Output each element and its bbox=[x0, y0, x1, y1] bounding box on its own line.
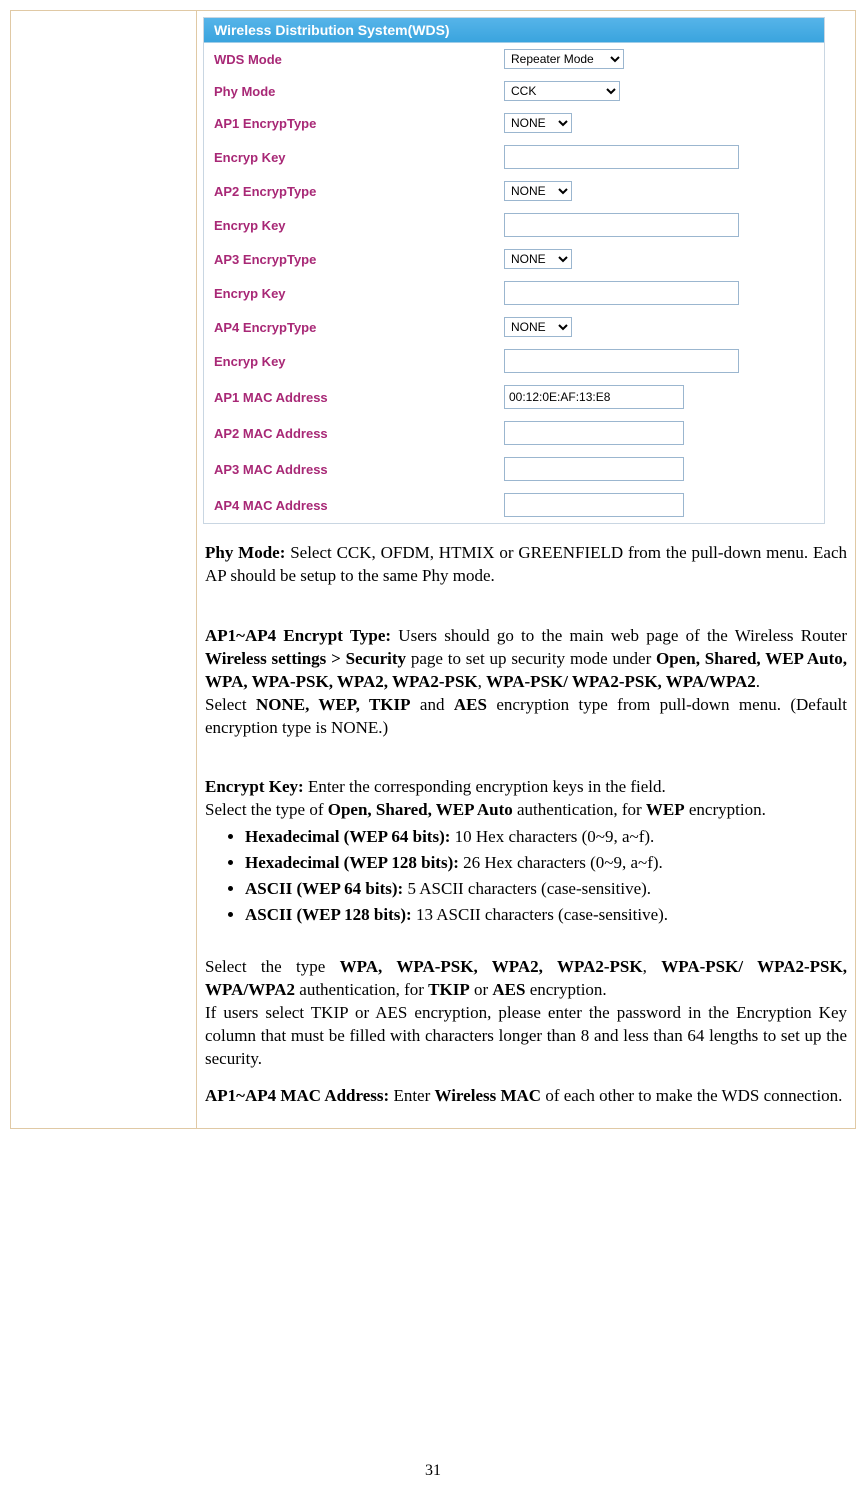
doc-text-block: Phy Mode: Select CCK, OFDM, HTMIX or GRE… bbox=[205, 542, 847, 1108]
ap4-mac-label: AP4 MAC Address bbox=[214, 498, 504, 513]
ap1-mac-input[interactable] bbox=[504, 385, 684, 409]
phy-mode-label: Phy Mode bbox=[214, 84, 504, 99]
encryp-key-3-input[interactable] bbox=[504, 281, 739, 305]
page: Wireless Distribution System(WDS) WDS Mo… bbox=[0, 10, 866, 1506]
row-ap1-encryptype: AP1 EncrypType NONE bbox=[204, 107, 824, 139]
para-encrypt-type: AP1~AP4 Encrypt Type: Users should go to… bbox=[205, 602, 847, 740]
list-item: ASCII (WEP 64 bits): 5 ASCII characters … bbox=[245, 878, 847, 901]
wep-options-list: Hexadecimal (WEP 64 bits): 10 Hex charac… bbox=[205, 826, 847, 927]
sidebar-cell bbox=[11, 11, 197, 1128]
ap4-encryptype-select[interactable]: NONE bbox=[504, 317, 572, 337]
encryp-key-2-label: Encryp Key bbox=[214, 218, 504, 233]
encrypt-type-term: AP1~AP4 Encrypt Type: bbox=[205, 626, 391, 645]
para-mac-address: AP1~AP4 MAC Address: Enter Wireless MAC … bbox=[205, 1085, 847, 1108]
row-encryp-key-4: Encryp Key bbox=[204, 343, 824, 379]
ap4-mac-input[interactable] bbox=[504, 493, 684, 517]
para-wpa-note: Select the type WPA, WPA-PSK, WPA2, WPA2… bbox=[205, 933, 847, 1071]
ap2-encryptype-select[interactable]: NONE bbox=[504, 181, 572, 201]
mac-term: AP1~AP4 MAC Address: bbox=[205, 1086, 389, 1105]
para-encrypt-key: Encrypt Key: Enter the corresponding enc… bbox=[205, 754, 847, 823]
ap3-encryptype-select[interactable]: NONE bbox=[504, 249, 572, 269]
list-item: Hexadecimal (WEP 64 bits): 10 Hex charac… bbox=[245, 826, 847, 849]
encryp-key-1-input[interactable] bbox=[504, 145, 739, 169]
ap2-encryptype-label: AP2 EncrypType bbox=[214, 184, 504, 199]
para-phy-mode: Phy Mode: Select CCK, OFDM, HTMIX or GRE… bbox=[205, 542, 847, 588]
encryp-key-1-label: Encryp Key bbox=[214, 150, 504, 165]
ap1-encryptype-label: AP1 EncrypType bbox=[214, 116, 504, 131]
panel-title: Wireless Distribution System(WDS) bbox=[204, 18, 824, 43]
ap1-encryptype-select[interactable]: NONE bbox=[504, 113, 572, 133]
list-item: Hexadecimal (WEP 128 bits): 26 Hex chara… bbox=[245, 852, 847, 875]
wds-mode-label: WDS Mode bbox=[214, 52, 504, 67]
row-encryp-key-3: Encryp Key bbox=[204, 275, 824, 311]
row-ap2-mac: AP2 MAC Address bbox=[204, 415, 824, 451]
ap2-mac-input[interactable] bbox=[504, 421, 684, 445]
encryp-key-4-label: Encryp Key bbox=[214, 354, 504, 369]
doc-layout-table: Wireless Distribution System(WDS) WDS Mo… bbox=[10, 10, 856, 1129]
row-phy-mode: Phy Mode CCK bbox=[204, 75, 824, 107]
row-wds-mode: WDS Mode Repeater Mode bbox=[204, 43, 824, 75]
encryp-key-2-input[interactable] bbox=[504, 213, 739, 237]
list-item: ASCII (WEP 128 bits): 13 ASCII character… bbox=[245, 904, 847, 927]
row-encryp-key-2: Encryp Key bbox=[204, 207, 824, 243]
row-ap4-encryptype: AP4 EncrypType NONE bbox=[204, 311, 824, 343]
ap3-mac-input[interactable] bbox=[504, 457, 684, 481]
row-ap3-mac: AP3 MAC Address bbox=[204, 451, 824, 487]
encryp-key-4-input[interactable] bbox=[504, 349, 739, 373]
encryp-key-3-label: Encryp Key bbox=[214, 286, 504, 301]
ap3-encryptype-label: AP3 EncrypType bbox=[214, 252, 504, 267]
content-cell: Wireless Distribution System(WDS) WDS Mo… bbox=[197, 11, 855, 1128]
phy-mode-term: Phy Mode: bbox=[205, 543, 285, 562]
row-ap1-mac: AP1 MAC Address bbox=[204, 379, 824, 415]
wds-mode-select[interactable]: Repeater Mode bbox=[504, 49, 624, 69]
page-number: 31 bbox=[0, 1462, 866, 1480]
ap3-mac-label: AP3 MAC Address bbox=[214, 462, 504, 477]
phy-mode-desc: Select CCK, OFDM, HTMIX or GREENFIELD fr… bbox=[205, 543, 847, 585]
row-ap4-mac: AP4 MAC Address bbox=[204, 487, 824, 523]
ap2-mac-label: AP2 MAC Address bbox=[214, 426, 504, 441]
row-ap3-encryptype: AP3 EncrypType NONE bbox=[204, 243, 824, 275]
phy-mode-select[interactable]: CCK bbox=[504, 81, 620, 101]
ap1-mac-label: AP1 MAC Address bbox=[214, 390, 504, 405]
wds-config-panel: Wireless Distribution System(WDS) WDS Mo… bbox=[203, 17, 825, 524]
row-encryp-key-1: Encryp Key bbox=[204, 139, 824, 175]
ap4-encryptype-label: AP4 EncrypType bbox=[214, 320, 504, 335]
encrypt-key-term: Encrypt Key: bbox=[205, 777, 304, 796]
row-ap2-encryptype: AP2 EncrypType NONE bbox=[204, 175, 824, 207]
